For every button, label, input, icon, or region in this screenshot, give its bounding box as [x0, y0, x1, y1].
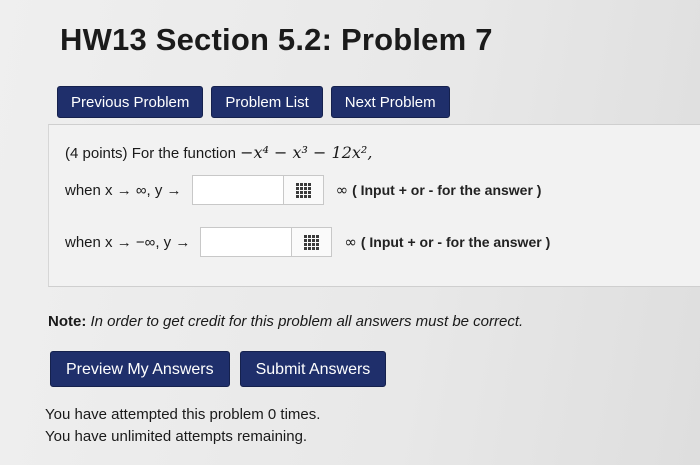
note-text: In order to get credit for this problem … — [90, 313, 524, 330]
infinity-symbol: ∞ — [335, 181, 349, 199]
problem-list-button[interactable]: Problem List — [211, 86, 323, 118]
limit-label-negative: when x → −∞, y → — [65, 233, 191, 251]
keyboard-button-negative[interactable] — [292, 227, 333, 257]
next-problem-button[interactable]: Next Problem — [330, 86, 450, 118]
problem-box: (4 points) For the function −x⁴ − x³ − 1… — [48, 124, 700, 287]
submit-answers-button[interactable]: Submit Answers — [239, 351, 387, 387]
limit-label-positive: when x → ∞, y → — [65, 181, 182, 199]
answer-hint: ( Input + or - for the answer ) — [352, 182, 542, 198]
function-expression: −x⁴ − x³ − 12x², — [240, 143, 373, 162]
remaining-text: You have unlimited attempts remaining. — [45, 428, 308, 445]
credit-note: Note: In order to get credit for this pr… — [48, 313, 523, 330]
answer-actions: Preview My Answers Submit Answers — [50, 351, 387, 387]
infinity-symbol: ∞ — [344, 233, 357, 251]
answer-row-negative: when x → −∞, y → ∞ ( Input + or - for th… — [65, 227, 550, 257]
intro-text: (4 points) For the function — [65, 145, 236, 162]
keyboard-grid-icon — [304, 234, 320, 250]
keyboard-grid-icon — [295, 182, 311, 198]
previous-problem-button[interactable]: Previous Problem — [57, 86, 204, 118]
answer-row-positive: when x → ∞, y → ∞ ( Input + or - for the… — [65, 175, 541, 205]
attempts-text: You have attempted this problem 0 times. — [45, 406, 321, 423]
page: HW13 Section 5.2: Problem 7 Previous Pro… — [0, 0, 700, 465]
answer-hint: ( Input + or - for the answer ) — [360, 234, 551, 250]
page-title: HW13 Section 5.2: Problem 7 — [60, 22, 493, 57]
answer-input-positive[interactable] — [191, 175, 284, 205]
keyboard-button-positive[interactable] — [283, 175, 324, 205]
answer-input-negative[interactable] — [200, 227, 293, 257]
note-label: Note: — [48, 313, 87, 330]
attempt-status: You have attempted this problem 0 times.… — [45, 404, 320, 448]
problem-nav: Previous Problem Problem List Next Probl… — [57, 86, 450, 118]
problem-intro: (4 points) For the function −x⁴ − x³ − 1… — [65, 143, 372, 162]
preview-answers-button[interactable]: Preview My Answers — [50, 351, 230, 387]
